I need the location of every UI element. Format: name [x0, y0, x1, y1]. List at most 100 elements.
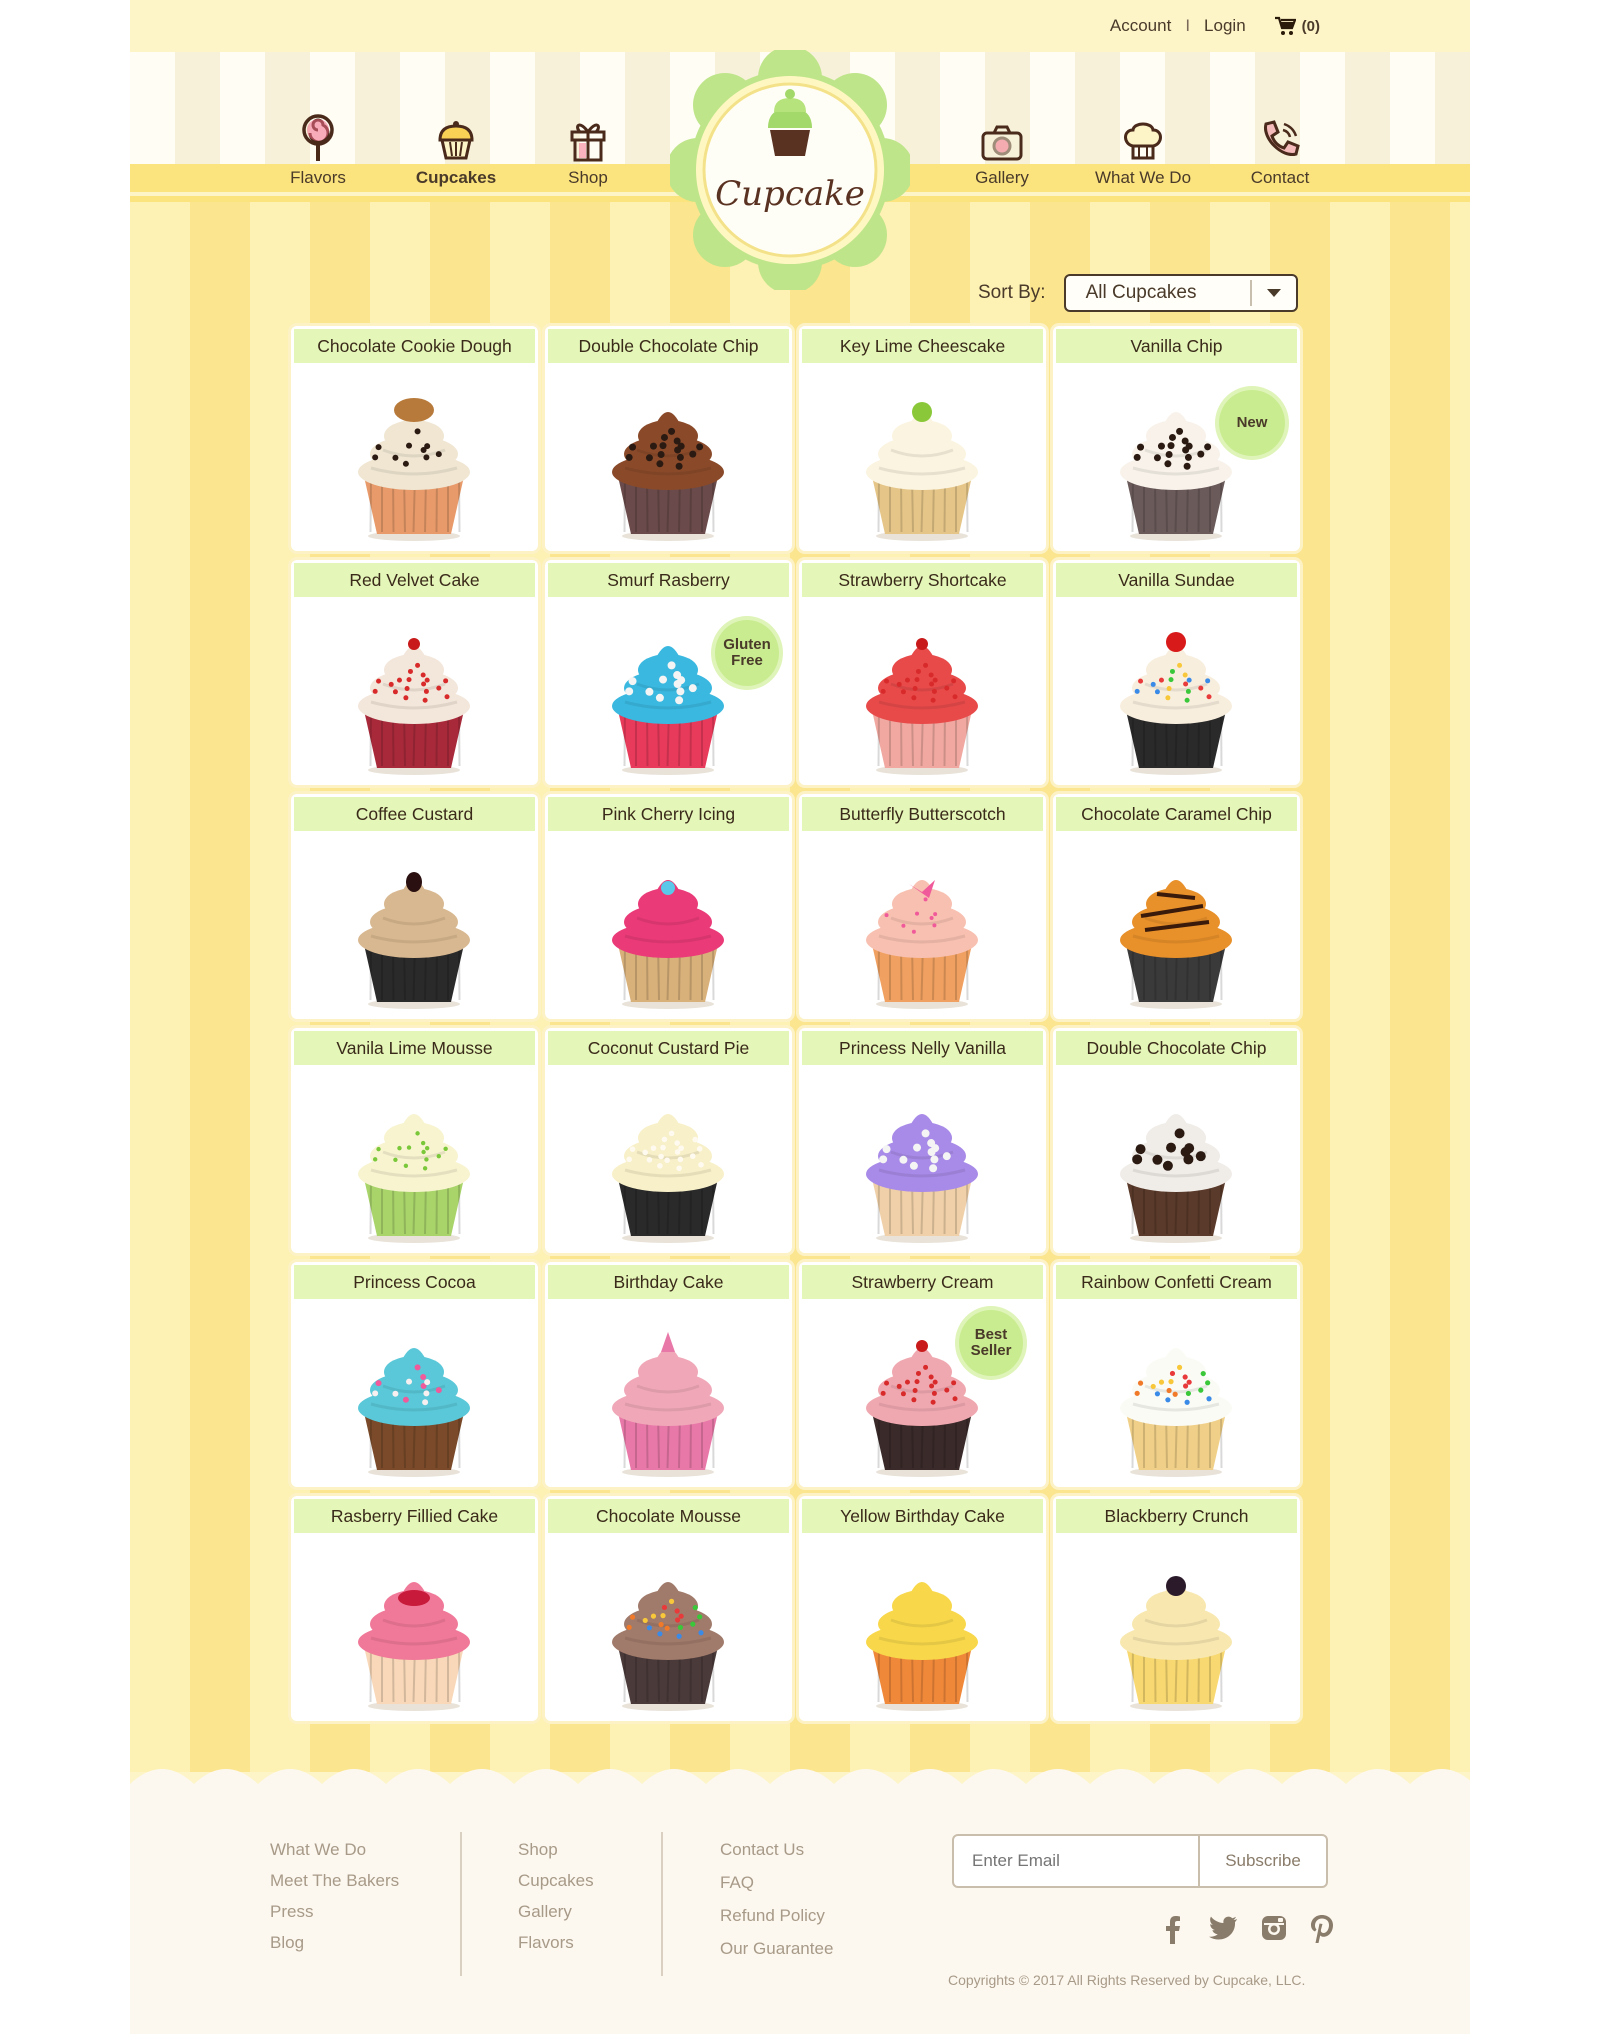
product-card[interactable]: Rainbow Confetti Cream	[1053, 1262, 1300, 1487]
nav-cupcakes[interactable]: Cupcakes	[396, 112, 516, 188]
cupcake-image	[866, 880, 978, 1009]
product-card[interactable]: Chocolate Cookie Dough	[291, 326, 538, 551]
product-card[interactable]: Princess Nelly Vanilla	[799, 1028, 1046, 1253]
account-link[interactable]: Account	[1110, 16, 1171, 36]
product-card[interactable]: Vanilla Sundae	[1053, 560, 1300, 785]
cupcake-image	[612, 412, 724, 541]
product-card[interactable]: Chocolate Mousse	[545, 1496, 792, 1721]
product-card[interactable]: Blackberry Crunch	[1053, 1496, 1300, 1721]
facebook-icon[interactable]	[1160, 1914, 1186, 1944]
login-link[interactable]: Login	[1204, 16, 1246, 36]
utility-links: Account I Login (0)	[1110, 16, 1320, 36]
product-card[interactable]: Pink Cherry Icing	[545, 794, 792, 1019]
nav-flavors[interactable]: Flavors	[258, 112, 378, 188]
product-name: Princess Cocoa	[294, 1265, 535, 1299]
social-links	[1160, 1914, 1334, 1944]
footer-link[interactable]: Flavors	[518, 1933, 594, 1964]
footer-link[interactable]: Refund Policy	[720, 1906, 833, 1939]
cupcake-image	[1120, 880, 1232, 1009]
page: Account I Login (0) Flavors Cupcakes Sho…	[130, 0, 1470, 2034]
logo-text: Cupcake	[715, 174, 865, 214]
footer-link[interactable]: What We Do	[270, 1840, 399, 1871]
product-name: Coffee Custard	[294, 797, 535, 831]
cupcake-image	[612, 1332, 724, 1477]
cart-icon	[1274, 16, 1296, 35]
footer-link[interactable]: Contact Us	[720, 1840, 833, 1873]
product-card[interactable]: Coconut Custard Pie	[545, 1028, 792, 1253]
chef-hat-icon	[1124, 122, 1162, 160]
footer-link[interactable]: Press	[270, 1902, 399, 1933]
product-name: Coconut Custard Pie	[548, 1031, 789, 1065]
product-card[interactable]: Vanila Lime Mousse	[291, 1028, 538, 1253]
product-card[interactable]: Rasberry Fillied Cake	[291, 1496, 538, 1721]
footer-link[interactable]: Gallery	[518, 1902, 594, 1933]
cupcake-image	[866, 1114, 978, 1243]
footer-link[interactable]: Meet The Bakers	[270, 1871, 399, 1902]
footer-link[interactable]: FAQ	[720, 1873, 833, 1906]
product-name: Vanilla Chip	[1056, 329, 1297, 363]
footer-link[interactable]: Cupcakes	[518, 1871, 594, 1902]
product-card[interactable]: Chocolate Caramel Chip	[1053, 794, 1300, 1019]
footer-link[interactable]: Shop	[518, 1840, 594, 1871]
pinterest-icon[interactable]	[1310, 1914, 1334, 1944]
cupcake-image	[358, 638, 470, 775]
product-name: Red Velvet Cake	[294, 563, 535, 597]
product-card[interactable]: Double Chocolate Chip	[545, 326, 792, 551]
product-card[interactable]: Butterfly Butterscotch	[799, 794, 1046, 1019]
cupcake-image	[358, 1582, 470, 1711]
footer-link[interactable]: Blog	[270, 1933, 399, 1964]
product-name: Double Chocolate Chip	[548, 329, 789, 363]
nav-gallery-label: Gallery	[975, 168, 1029, 187]
cart-button[interactable]: (0)	[1274, 16, 1320, 36]
product-card[interactable]: Strawberry Shortcake	[799, 560, 1046, 785]
twitter-icon[interactable]	[1208, 1914, 1238, 1942]
cupcake-image	[866, 638, 978, 775]
footer-link[interactable]: Our Guarantee	[720, 1939, 833, 1972]
nav-shop[interactable]: Shop	[528, 112, 648, 188]
product-card[interactable]: Coffee Custard	[291, 794, 538, 1019]
nav-gallery[interactable]: Gallery	[942, 112, 1062, 188]
product-card[interactable]: Red Velvet Cake	[291, 560, 538, 785]
product-name: Pink Cherry Icing	[548, 797, 789, 831]
sort-label: Sort By:	[978, 282, 1046, 303]
product-card[interactable]: Vanilla Chip New	[1053, 326, 1300, 551]
chevron-down-icon[interactable]	[1249, 280, 1296, 306]
cupcake-image	[866, 402, 978, 541]
product-name: Strawberry Shortcake	[802, 563, 1043, 597]
cart-count: (0)	[1301, 17, 1320, 35]
product-card[interactable]: Smurf Rasberry Gluten Free	[545, 560, 792, 785]
footer-col-help: Contact Us FAQ Refund Policy Our Guarant…	[720, 1840, 833, 1972]
nav-what-we-do-label: What We Do	[1094, 168, 1192, 187]
email-field[interactable]	[954, 1850, 1198, 1872]
product-name: Butterfly Butterscotch	[802, 797, 1043, 831]
product-name: Birthday Cake	[548, 1265, 789, 1299]
cupcake-image	[1120, 1114, 1232, 1243]
nav-contact[interactable]: Contact	[1220, 112, 1340, 188]
product-name: Strawberry Cream	[802, 1265, 1043, 1299]
product-name: Key Lime Cheescake	[802, 329, 1043, 363]
product-card[interactable]: Double Chocolate Chip	[1053, 1028, 1300, 1253]
sort-value: All Cupcakes	[1085, 282, 1197, 303]
cupcake-image	[1120, 632, 1232, 775]
product-card[interactable]: Birthday Cake	[545, 1262, 792, 1487]
product-card[interactable]: Yellow Birthday Cake	[799, 1496, 1046, 1721]
product-card[interactable]: Strawberry Cream Best Seller	[799, 1262, 1046, 1487]
product-badge: Best Seller	[959, 1310, 1023, 1376]
copyright-text: Copyrights © 2017 All Rights Reserved by…	[948, 1972, 1306, 1988]
instagram-icon[interactable]	[1260, 1914, 1288, 1942]
lollipop-icon	[302, 114, 334, 161]
product-card[interactable]: Key Lime Cheescake	[799, 326, 1046, 551]
gift-icon	[570, 123, 606, 162]
nav-what-we-do[interactable]: What We Do	[1078, 112, 1208, 188]
nav-cupcakes-label: Cupcakes	[415, 168, 497, 187]
product-name: Chocolate Mousse	[548, 1499, 789, 1533]
product-card[interactable]: Princess Cocoa	[291, 1262, 538, 1487]
sort-select[interactable]: All Cupcakes	[1063, 274, 1298, 312]
cupcake-image	[358, 872, 470, 1009]
product-badge: Gluten Free	[715, 620, 779, 686]
logo[interactable]: Cupcake	[666, 46, 914, 294]
subscribe-button[interactable]: Subscribe	[1198, 1836, 1326, 1886]
sort-control: Sort By: All Cupcakes	[978, 274, 1298, 312]
cupcake-image	[612, 1582, 724, 1711]
cupcake-image	[612, 880, 724, 1009]
